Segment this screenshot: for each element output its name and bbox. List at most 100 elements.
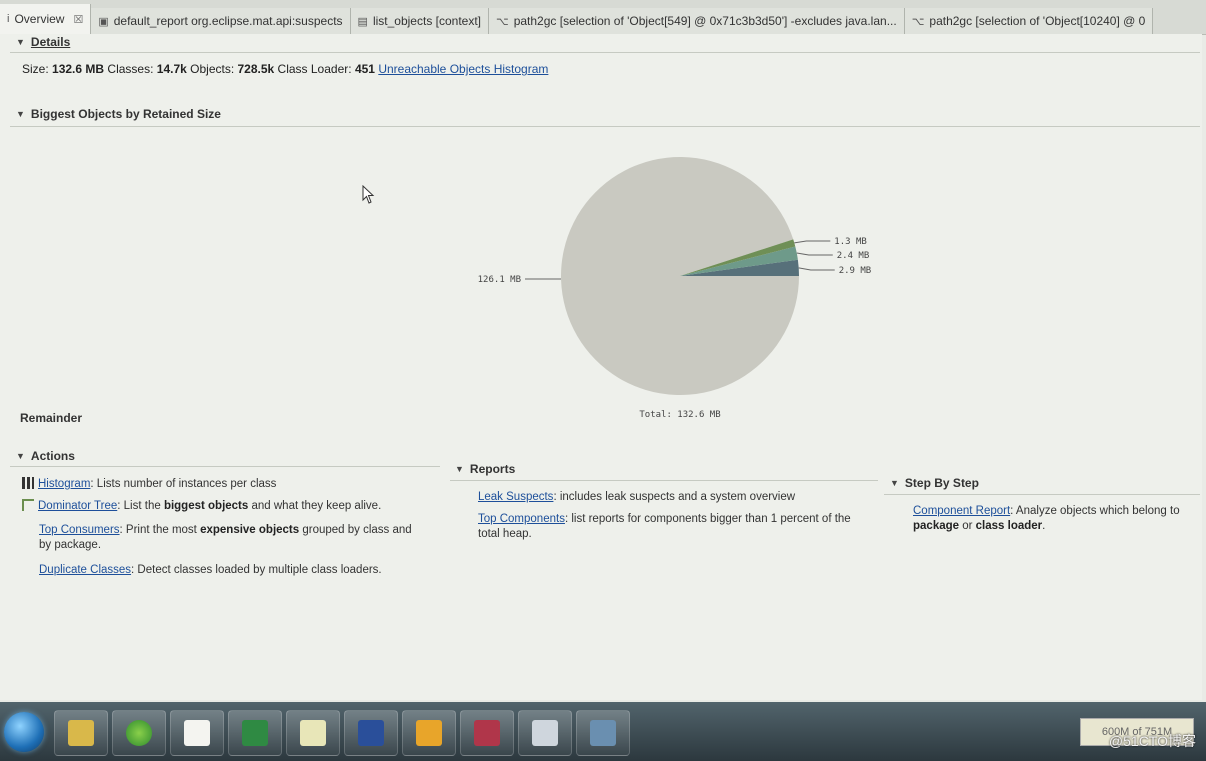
tab-label: default_report org.eclipse.mat.api:suspe… [113, 14, 343, 28]
pie-label: 2.9 MB [839, 266, 872, 276]
retained-size-pie-chart[interactable]: 126.1 MB 2.9 MB 2.4 MB 1.3 MB Total: 132.6 M… [460, 142, 920, 432]
ie-taskbar-button[interactable] [112, 710, 166, 756]
overview-page: ▼ Details Size: 132.6 MB Classes: 14.7k … [0, 34, 1202, 700]
blank-document-icon [184, 720, 210, 746]
tab-3[interactable]: ⌥ path2gc [selection of 'Object[549] @ 0x… [489, 8, 905, 34]
dominator-desc-1: : List the [117, 500, 164, 512]
tab-label: list_objects [context] [372, 14, 482, 28]
excel-taskbar-button[interactable] [228, 710, 282, 756]
histogram-link[interactable]: Histogram [38, 478, 90, 490]
mat-taskbar-button[interactable] [576, 710, 630, 756]
path-icon: ⌥ [496, 15, 509, 28]
document-icon: ▤ [357, 15, 368, 28]
pie-leader-line [794, 240, 831, 244]
window-taskbar-button[interactable] [518, 710, 572, 756]
dominator-tree-icon [22, 499, 34, 511]
top-consumers-link[interactable]: Top Consumers [39, 524, 120, 536]
app2-icon [416, 720, 442, 746]
pie-leader-line [798, 267, 835, 271]
duplicate-classes-link[interactable]: Duplicate Classes [39, 564, 131, 576]
leak-suspects-link[interactable]: Leak Suspects [478, 491, 553, 503]
windows-taskbar: 600M of 751M @51CTO博客 [0, 702, 1206, 761]
top-components-link[interactable]: Top Components [478, 513, 565, 525]
details-section-header[interactable]: ▼ Details [16, 35, 70, 49]
app-taskbar-button[interactable] [344, 710, 398, 756]
step-by-step-section-header[interactable]: ▼ Step By Step [890, 476, 979, 490]
collapse-triangle-icon: ▼ [16, 37, 25, 47]
app-icon [358, 720, 384, 746]
notepad-icon [300, 720, 326, 746]
dominator-bold: biggest objects [163, 500, 249, 512]
actions-section-header[interactable]: ▼ Actions [16, 449, 75, 463]
duplicate-classes-desc: : Detect classes loaded by multiple clas… [131, 564, 382, 576]
reports-divider [450, 480, 878, 481]
collapse-triangle-icon: ▼ [455, 464, 464, 474]
component-report-link[interactable]: Component Report [913, 505, 1010, 517]
classes-label: Classes: [107, 62, 154, 76]
biggest-divider [10, 126, 1200, 127]
mouse-pointer-icon [362, 185, 375, 204]
collapse-triangle-icon: ▼ [16, 109, 25, 119]
biggest-objects-title: Biggest Objects by Retained Size [30, 107, 221, 121]
notepad-taskbar-button[interactable] [286, 710, 340, 756]
histogram-icon [22, 477, 34, 489]
classloader-value: 451 [354, 62, 375, 76]
tab-2[interactable]: ▤ list_objects [context] [350, 8, 490, 34]
unreachable-objects-histogram-link[interactable]: Unreachable Objects Histogram [378, 62, 548, 76]
details-summary: Size: 132.6 MB Classes: 14.7k Objects: 7… [22, 62, 548, 76]
top-consumers-bold: expensive objects [200, 524, 300, 536]
package-bold: package [913, 520, 960, 532]
objects-label: Objects: [190, 62, 235, 76]
document-taskbar-button[interactable] [170, 710, 224, 756]
duplicate-classes-action: Duplicate Classes: Detect classes loaded… [39, 563, 382, 578]
histogram-action: Histogram: Lists number of instances per… [22, 477, 276, 492]
tab-0[interactable]: i Overview ☒ [0, 4, 92, 34]
collapse-triangle-icon: ▼ [16, 451, 25, 461]
top-consumers-action: Top Consumers: Print the most expensive … [39, 523, 419, 553]
path-icon: ⌥ [911, 15, 925, 28]
component-report-desc: : Analyze objects which belong to [1010, 505, 1180, 517]
histogram-desc: : Lists number of instances per class [90, 478, 277, 490]
size-value: 132.6 MB [52, 62, 105, 76]
memory-analyzer-icon [590, 720, 616, 746]
folder-icon [68, 720, 94, 746]
details-divider [10, 52, 1200, 53]
classes-value: 14.7k [156, 62, 187, 76]
or-text: or [959, 520, 976, 532]
reports-title: Reports [469, 462, 516, 476]
pie-label: 126.1 MB [478, 275, 521, 285]
app2-taskbar-button[interactable] [402, 710, 456, 756]
classloader-label: Class Loader: [277, 62, 352, 76]
biggest-objects-section-header[interactable]: ▼ Biggest Objects by Retained Size [16, 107, 221, 121]
actions-title: Actions [30, 449, 75, 463]
dominator-tree-action: Dominator Tree: List the biggest objects… [22, 499, 381, 514]
tab-1[interactable]: ▣ default_report org.eclipse.mat.api:susp… [91, 8, 351, 34]
explorer-taskbar-button[interactable] [54, 710, 108, 756]
step-by-step-title: Step By Step [904, 476, 979, 490]
editor-tab-bar: i Overview ☒ ▣ default_report org.eclipse.ma… [0, 0, 1206, 35]
report-icon: ▣ [98, 15, 109, 28]
remainder-label: Remainder [20, 411, 83, 425]
pie-label: 2.4 MB [837, 251, 870, 261]
close-icon[interactable]: ☒ [73, 13, 83, 26]
component-report-step: Component Report: Analyze objects which … [913, 504, 1201, 534]
size-label: Size: [22, 62, 49, 76]
reports-section-header[interactable]: ▼ Reports [455, 462, 515, 476]
top-components-report: Top Components: list reports for compone… [478, 512, 863, 542]
start-button-icon[interactable] [4, 712, 44, 752]
info-icon: i [7, 13, 10, 25]
tab-4[interactable]: ⌥ path2gc [selection of 'Object[10240] @ … [904, 8, 1154, 34]
period-text: . [1042, 520, 1046, 532]
details-title: Details [30, 35, 71, 49]
spreadsheet-icon [242, 720, 268, 746]
database-icon [474, 720, 500, 746]
watermark-text: @51CTO博客 [1108, 733, 1196, 749]
class-loader-bold: class loader [975, 520, 1043, 532]
top-consumers-desc-1: : Print the most [119, 524, 201, 536]
step-by-step-divider [884, 494, 1200, 495]
pie-total-label: Total: 132.6 MB [639, 410, 720, 420]
tab-label: Overview [14, 12, 65, 26]
collapse-triangle-icon: ▼ [890, 478, 899, 488]
dominator-tree-link[interactable]: Dominator Tree [38, 500, 117, 512]
database-taskbar-button[interactable] [460, 710, 514, 756]
